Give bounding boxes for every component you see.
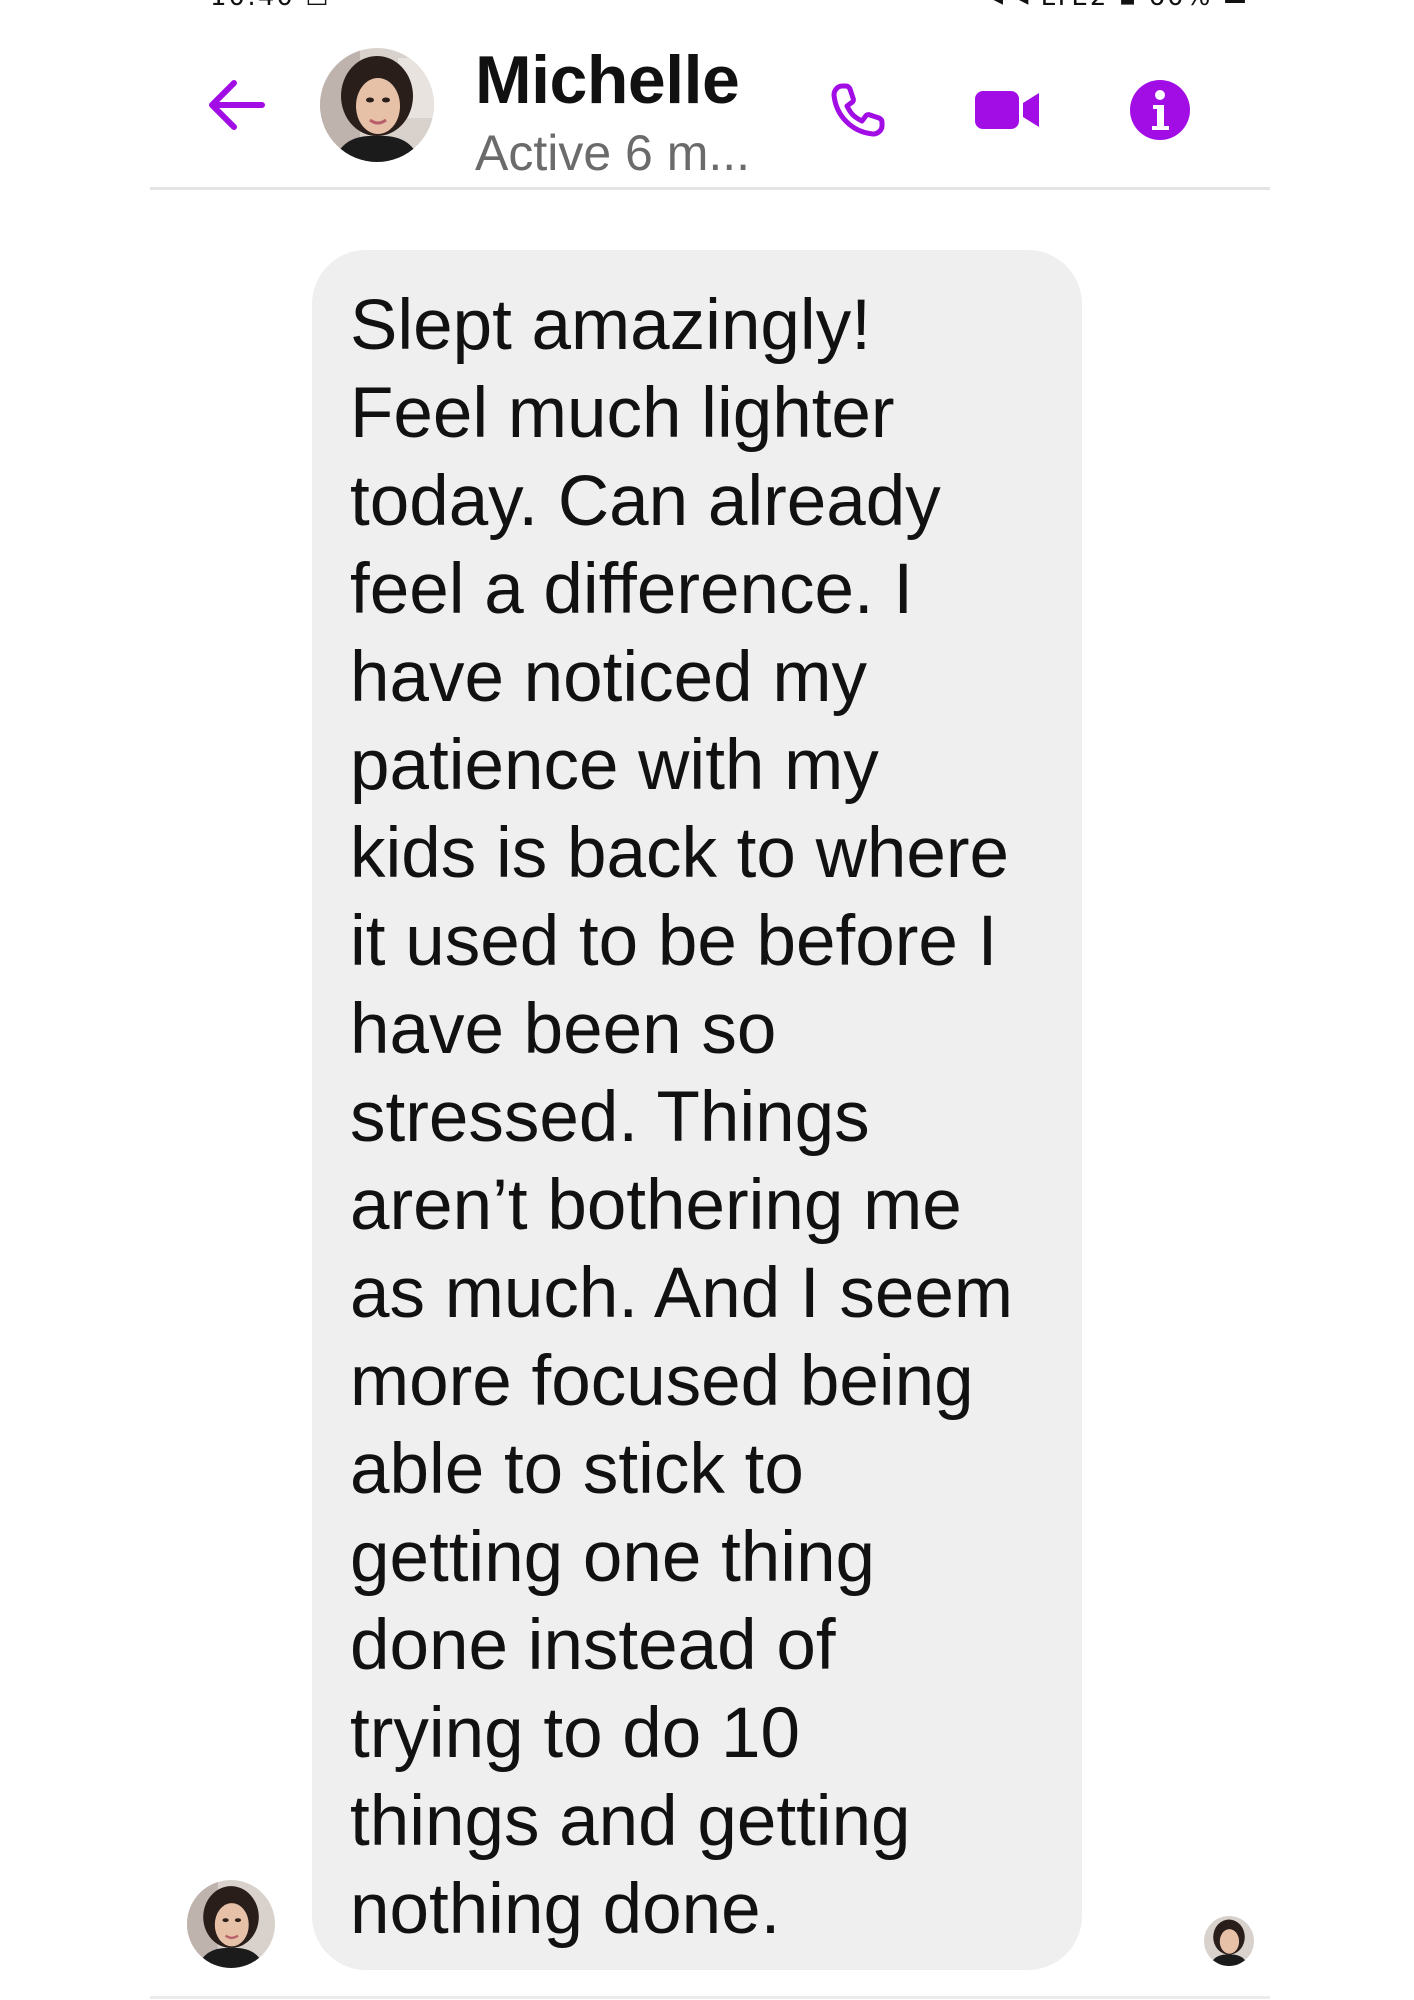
messenger-conversation-screen: 10:40 ☐ ◂ ◂ LTE2 ▪ 60% ▬ Michelle Active [0,0,1414,2000]
read-receipt-avatar [1204,1916,1254,1966]
conversation-header: Michelle Active 6 m... [150,40,1270,190]
avatar-photo [320,48,434,162]
contact-avatar[interactable] [320,48,434,162]
voice-call-button[interactable] [818,70,898,150]
sender-avatar[interactable] [187,1880,275,1968]
bottom-divider [150,1996,1270,1999]
video-call-button[interactable] [968,70,1048,150]
message-text: Slept amazingly! Feel much lighter today… [350,286,1013,1949]
status-bar: 10:40 ☐ ◂ ◂ LTE2 ▪ 60% ▬ [0,0,1414,10]
back-button[interactable] [200,70,270,140]
avatar-photo [187,1880,275,1968]
info-icon [1130,80,1190,140]
avatar-photo [1204,1916,1254,1966]
contact-active-status: Active 6 m... [475,125,751,181]
status-bar-left: 10:40 ☐ [210,0,331,10]
conversation-info-button[interactable] [1120,70,1200,150]
video-camera-icon [975,91,1039,129]
contact-name[interactable]: Michelle [475,46,740,114]
arrow-left-icon [209,80,265,130]
status-bar-right: ◂ ◂ LTE2 ▪ 60% ▬ [990,0,1249,10]
phone-icon [831,83,885,137]
received-message-bubble[interactable]: Slept amazingly! Feel much lighter today… [312,250,1082,1970]
